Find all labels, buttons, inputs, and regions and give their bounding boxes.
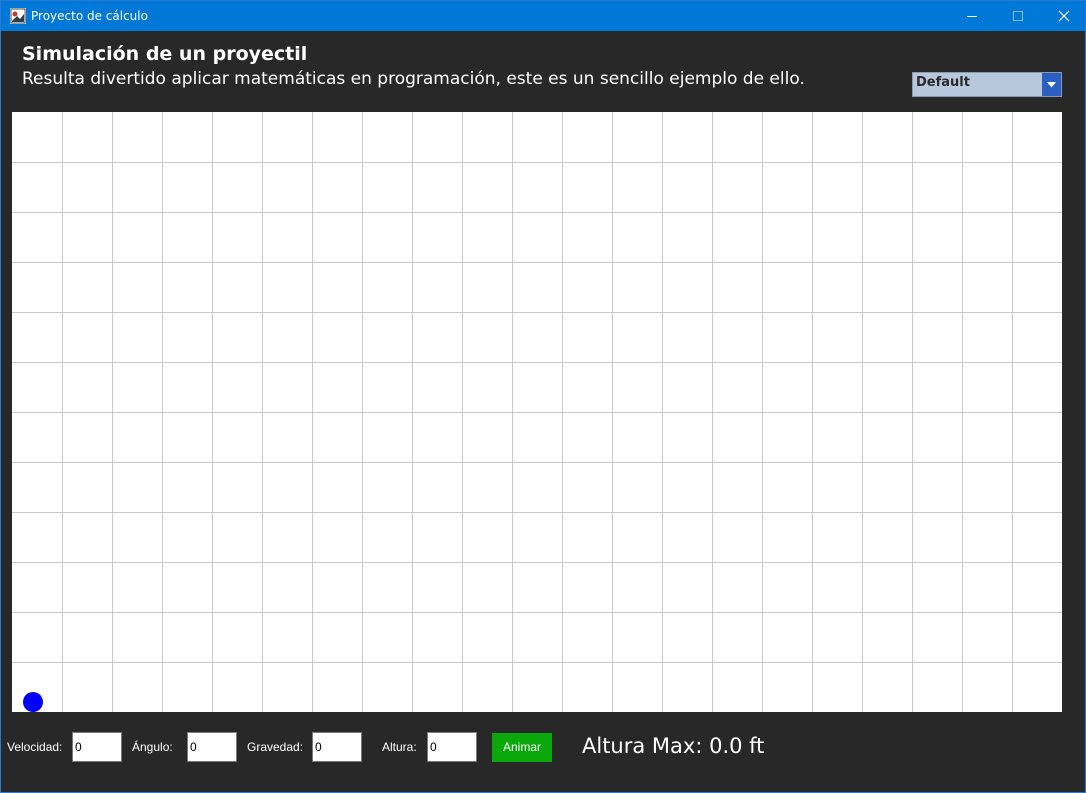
chevron-down-icon bbox=[1047, 82, 1056, 88]
window-title: Proyecto de cálculo bbox=[31, 9, 148, 23]
velocity-label: Velocidad: bbox=[7, 740, 63, 754]
app-icon bbox=[10, 8, 26, 24]
angle-input[interactable]: 0 bbox=[187, 732, 237, 762]
theme-dropdown[interactable]: Default bbox=[912, 72, 1062, 97]
simulation-canvas[interactable] bbox=[12, 112, 1062, 712]
minimize-icon bbox=[967, 16, 977, 17]
projectile bbox=[23, 692, 43, 712]
page-subtitle: Resulta divertido aplicar matemáticas en… bbox=[22, 69, 805, 89]
projectile-ball bbox=[23, 692, 43, 712]
animate-button[interactable]: Animar bbox=[492, 733, 552, 762]
page-title: Simulación de un proyectil bbox=[22, 43, 308, 65]
theme-dropdown-arrow[interactable] bbox=[1042, 73, 1061, 96]
max-height-readout: Altura Max: 0.0 ft bbox=[582, 734, 765, 758]
title-bar[interactable]: Proyecto de cálculo bbox=[1, 1, 1085, 31]
theme-dropdown-value: Default bbox=[916, 75, 970, 90]
angle-label: Ángulo: bbox=[132, 740, 173, 754]
velocity-input[interactable]: 0 bbox=[72, 732, 122, 762]
height-input[interactable]: 0 bbox=[427, 732, 477, 762]
gravity-label: Gravedad: bbox=[247, 740, 304, 754]
maximize-button[interactable] bbox=[995, 1, 1041, 31]
controls-bar: Velocidad: 0 Ángulo: 0 Gravedad: 0 Altur… bbox=[1, 729, 1085, 769]
close-icon bbox=[1058, 10, 1070, 22]
minimize-button[interactable] bbox=[949, 1, 995, 31]
gravity-input[interactable]: 0 bbox=[312, 732, 362, 762]
maximize-icon bbox=[1013, 11, 1023, 21]
height-label: Altura: bbox=[382, 740, 417, 754]
app-window: Proyecto de cálculo Simulación de un pro… bbox=[0, 0, 1086, 793]
close-button[interactable] bbox=[1041, 1, 1086, 31]
